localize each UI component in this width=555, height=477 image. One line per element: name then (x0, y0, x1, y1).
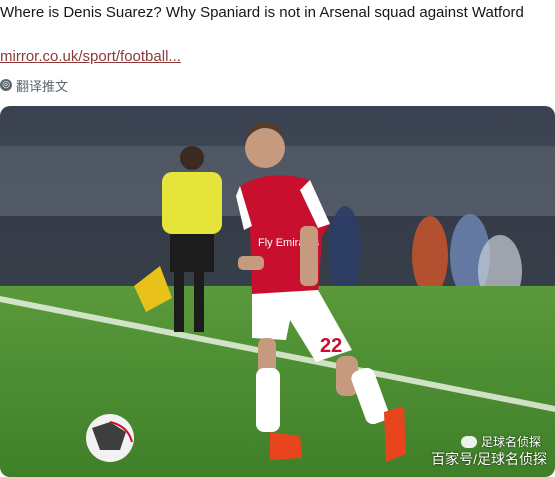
globe-icon: ◎ (0, 79, 12, 91)
watermark: 足球名侦探 百家号/足球名侦探 (397, 433, 547, 469)
watermark-bottom: 百家号/足球名侦探 (431, 451, 547, 467)
tweet-photo[interactable]: Fly Emirates 22 足球名侦探 百家号/足球名侦探 (0, 106, 555, 477)
translate-tweet-button[interactable]: ◎ 翻译推文 (0, 76, 68, 94)
watermark-top: 足球名侦探 (480, 435, 541, 449)
translate-label: 翻译推文 (16, 78, 69, 94)
wechat-icon (460, 435, 477, 448)
tweet-text: Where is Denis Suarez? Why Spaniard is n… (0, 4, 524, 21)
shorts-number: 22 (320, 335, 342, 357)
match-photo: Fly Emirates 22 (0, 106, 555, 477)
article-link[interactable]: mirror.co.uk/sport/football... (0, 48, 181, 66)
